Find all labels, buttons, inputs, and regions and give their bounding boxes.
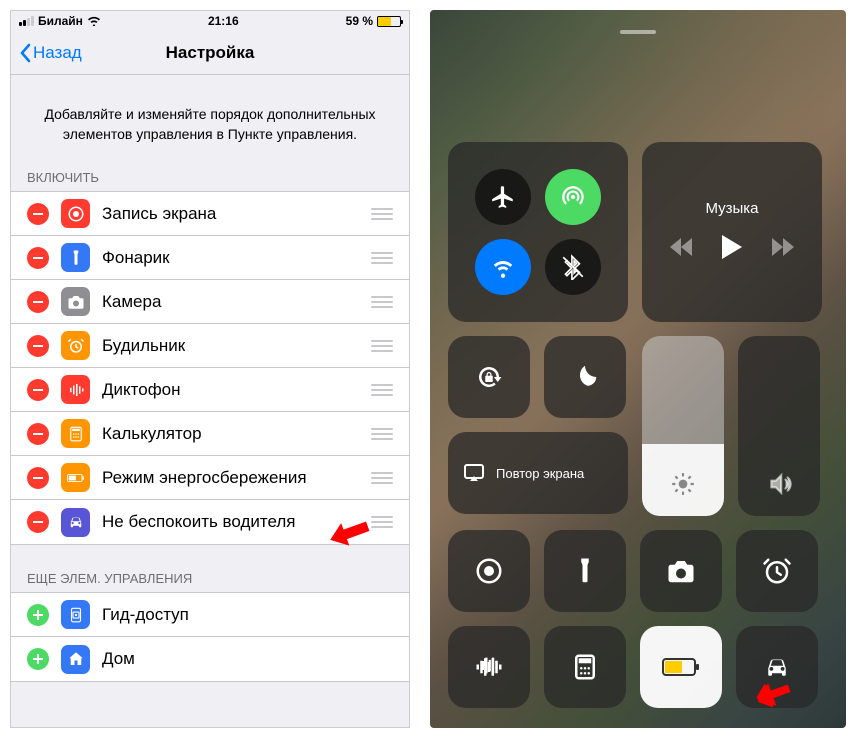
add-button[interactable] bbox=[27, 648, 49, 670]
guided-icon bbox=[61, 600, 90, 629]
control-row: Дом bbox=[11, 637, 409, 681]
screen-mirror-label: Повтор экрана bbox=[496, 466, 584, 481]
next-track-button[interactable] bbox=[772, 238, 794, 261]
screen-mirror-tile[interactable]: Повтор экрана bbox=[448, 432, 628, 514]
cellular-toggle[interactable] bbox=[545, 169, 601, 225]
nav-bar: Назад Настройка bbox=[11, 31, 409, 75]
control-row: Запись экрана bbox=[11, 192, 409, 236]
settings-screen: Билайн 21:16 59 % Назад Настройка Добавл… bbox=[10, 10, 410, 728]
description: Добавляйте и изменяйте порядок дополните… bbox=[11, 75, 409, 164]
airplane-toggle[interactable] bbox=[475, 169, 531, 225]
clock: 21:16 bbox=[208, 14, 239, 28]
flashlight-tile[interactable] bbox=[544, 530, 626, 612]
driving-dnd-tile[interactable] bbox=[736, 626, 818, 708]
camera-tile[interactable] bbox=[640, 530, 722, 612]
control-row: Диктофон bbox=[11, 368, 409, 412]
add-button[interactable] bbox=[27, 604, 49, 626]
section-more: ЕЩЕ ЭЛЕМ. УПРАВЛЕНИЯ bbox=[11, 565, 409, 592]
control-row: Калькулятор bbox=[11, 412, 409, 456]
row-label: Будильник bbox=[102, 336, 371, 356]
control-row: Камера bbox=[11, 280, 409, 324]
low-power-tile[interactable] bbox=[640, 626, 722, 708]
camera-icon bbox=[61, 287, 90, 316]
carrier-label: Билайн bbox=[38, 14, 83, 28]
remove-button[interactable] bbox=[27, 467, 49, 489]
control-row: Фонарик bbox=[11, 236, 409, 280]
dnd-tile[interactable] bbox=[544, 336, 626, 418]
control-center-screen: Музыка Повтор экрана bbox=[430, 10, 846, 728]
calculator-tile[interactable] bbox=[544, 626, 626, 708]
screen-record-tile[interactable] bbox=[448, 530, 530, 612]
volume-slider[interactable] bbox=[738, 336, 820, 516]
drag-handle[interactable] bbox=[371, 472, 393, 484]
grabber-icon[interactable] bbox=[620, 30, 656, 34]
control-row: Будильник bbox=[11, 324, 409, 368]
page-title: Настройка bbox=[166, 43, 255, 63]
row-label: Диктофон bbox=[102, 380, 371, 400]
prev-track-button[interactable] bbox=[670, 238, 692, 261]
remove-button[interactable] bbox=[27, 247, 49, 269]
row-label: Не беспокоить водителя bbox=[102, 512, 371, 532]
row-label: Запись экрана bbox=[102, 204, 371, 224]
row-label: Камера bbox=[102, 292, 371, 312]
bluetooth-toggle[interactable] bbox=[545, 239, 601, 295]
row-label: Режим энергосбережения bbox=[102, 468, 371, 488]
wifi-toggle[interactable] bbox=[475, 239, 531, 295]
status-bar: Билайн 21:16 59 % bbox=[11, 11, 409, 31]
voice-memo-tile[interactable] bbox=[448, 626, 530, 708]
remove-button[interactable] bbox=[27, 203, 49, 225]
play-button[interactable] bbox=[722, 235, 742, 264]
drag-handle[interactable] bbox=[371, 516, 393, 528]
alarm-icon bbox=[61, 331, 90, 360]
rotation-lock-tile[interactable] bbox=[448, 336, 530, 418]
row-label: Дом bbox=[102, 649, 393, 669]
car-icon bbox=[61, 508, 90, 537]
drag-handle[interactable] bbox=[371, 208, 393, 220]
music-label: Музыка bbox=[705, 200, 758, 217]
remove-button[interactable] bbox=[27, 511, 49, 533]
row-label: Калькулятор bbox=[102, 424, 371, 444]
alarm-tile[interactable] bbox=[736, 530, 818, 612]
drag-handle[interactable] bbox=[371, 428, 393, 440]
control-row: Гид-доступ bbox=[11, 593, 409, 637]
back-button[interactable]: Назад bbox=[19, 43, 82, 63]
flashlight-icon bbox=[61, 243, 90, 272]
back-label: Назад bbox=[33, 43, 82, 63]
remove-button[interactable] bbox=[27, 335, 49, 357]
connectivity-tile[interactable] bbox=[448, 142, 628, 322]
wifi-icon bbox=[87, 14, 101, 29]
row-label: Гид-доступ bbox=[102, 605, 393, 625]
remove-button[interactable] bbox=[27, 291, 49, 313]
included-list: Запись экрана Фонарик Камера Будильник Дикто… bbox=[11, 191, 409, 545]
remove-button[interactable] bbox=[27, 423, 49, 445]
lowpower-icon bbox=[61, 463, 90, 492]
drag-handle[interactable] bbox=[371, 296, 393, 308]
home-icon bbox=[61, 645, 90, 674]
control-row: Режим энергосбережения bbox=[11, 456, 409, 500]
music-tile[interactable]: Музыка bbox=[642, 142, 822, 322]
row-label: Фонарик bbox=[102, 248, 371, 268]
record-icon bbox=[61, 199, 90, 228]
voice-icon bbox=[61, 375, 90, 404]
control-row: Не беспокоить водителя bbox=[11, 500, 409, 544]
calculator-icon bbox=[61, 419, 90, 448]
battery-pct: 59 % bbox=[346, 14, 373, 28]
volume-icon bbox=[766, 471, 792, 502]
drag-handle[interactable] bbox=[371, 384, 393, 396]
brightness-slider[interactable] bbox=[642, 336, 724, 516]
remove-button[interactable] bbox=[27, 379, 49, 401]
signal-icon bbox=[19, 16, 34, 26]
battery-icon bbox=[377, 16, 401, 27]
drag-handle[interactable] bbox=[371, 340, 393, 352]
more-list: Гид-доступ Дом bbox=[11, 592, 409, 682]
drag-handle[interactable] bbox=[371, 252, 393, 264]
section-included: ВКЛЮЧИТЬ bbox=[11, 164, 409, 191]
brightness-icon bbox=[670, 471, 696, 502]
